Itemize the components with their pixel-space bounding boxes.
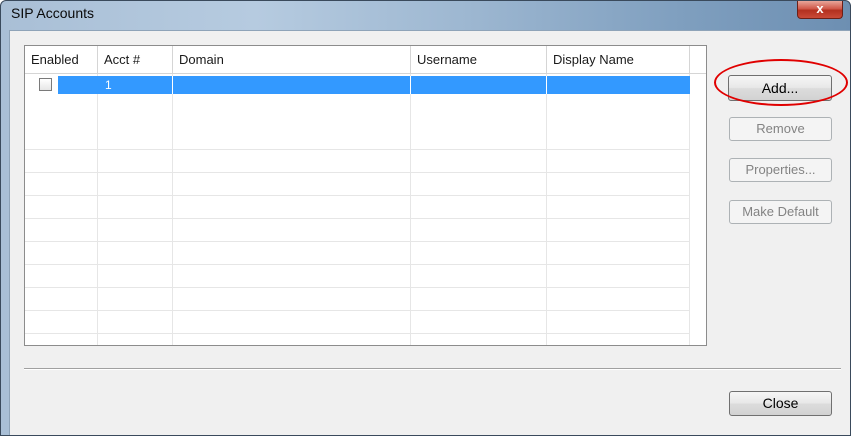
title-bar[interactable]: SIP Accounts x [1,1,850,23]
remove-button[interactable]: Remove [729,117,832,141]
row-divider [25,264,690,265]
cell-display-name[interactable] [547,76,690,94]
row-divider [25,310,690,311]
make-default-button[interactable]: Make Default [729,200,832,224]
properties-button[interactable]: Properties... [729,158,832,182]
column-header-domain[interactable]: Domain [173,46,411,74]
window-title: SIP Accounts [11,5,95,21]
column-divider [546,74,547,345]
row-divider [25,287,690,288]
column-divider [689,74,690,345]
column-header-acct[interactable]: Acct # [98,46,173,74]
row-divider [25,195,690,196]
accounts-table[interactable]: Enabled Acct # Domain Username Display N… [24,45,707,346]
window-close-icon[interactable]: x [797,1,843,19]
column-divider [172,74,173,345]
table-row[interactable]: 1 [25,76,690,94]
column-header-filler [690,46,706,74]
sip-accounts-window: SIP Accounts x Enabled Acct # Domain Use… [0,0,851,436]
row-divider [25,218,690,219]
cell-acct[interactable]: 1 [98,76,173,94]
row-divider [25,149,690,150]
column-header-display-name[interactable]: Display Name [547,46,690,74]
column-divider [410,74,411,345]
column-header-enabled[interactable]: Enabled [25,46,98,74]
row-divider [25,172,690,173]
row-divider [25,241,690,242]
cell-enabled-selection [58,76,98,94]
cell-enabled[interactable] [25,76,98,94]
separator-line [24,368,841,370]
row-divider [25,333,690,334]
close-button[interactable]: Close [729,391,832,416]
column-header-username[interactable]: Username [411,46,547,74]
column-divider [97,74,98,345]
enabled-checkbox[interactable] [39,78,52,91]
cell-domain[interactable] [173,76,411,94]
annotation-circle [714,59,848,106]
cell-username[interactable] [411,76,547,94]
